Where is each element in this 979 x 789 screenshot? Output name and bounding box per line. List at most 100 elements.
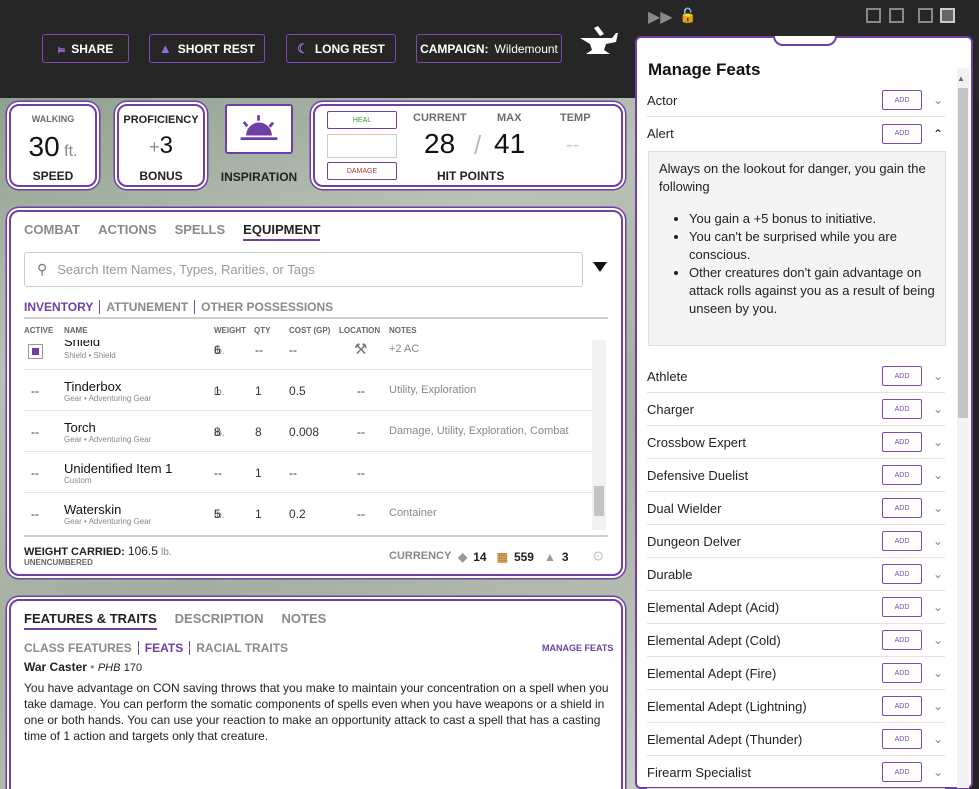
table-row[interactable]: -- Waterskin Gear • Adventuring Gear 5 l… bbox=[24, 493, 592, 533]
campaign-button[interactable]: CAMPAIGN: Wildemount bbox=[416, 34, 562, 63]
layout-split-icon[interactable] bbox=[889, 8, 904, 23]
chevron-down-icon[interactable]: ⌄ bbox=[931, 666, 945, 680]
chevron-down-icon[interactable]: ⌄ bbox=[931, 699, 945, 713]
share-label: SHARE bbox=[71, 41, 114, 56]
add-feat-button[interactable]: ADD bbox=[882, 123, 922, 144]
currency-list[interactable]: ◆ 14 ▦ 559 ▲ 3 bbox=[458, 550, 569, 564]
table-row[interactable]: Shield Shield • Shield 6 lb. -- -- ⚒ +2 … bbox=[24, 340, 592, 370]
feat-row[interactable]: Charger ADD ⌄ bbox=[647, 393, 945, 426]
item-name[interactable]: Waterskin bbox=[64, 502, 121, 517]
tab-actions[interactable]: ACTIONS bbox=[98, 222, 157, 241]
tab-features-traits[interactable]: FEATURES & TRAITS bbox=[24, 611, 157, 630]
add-feat-button[interactable]: ADD bbox=[882, 696, 922, 716]
scrollbar-thumb[interactable] bbox=[594, 486, 604, 516]
item-name[interactable]: Tinderbox bbox=[64, 379, 121, 394]
feat-row-alert[interactable]: Alert ADD ⌃ bbox=[647, 117, 945, 150]
chevron-down-icon[interactable]: ⌄ bbox=[931, 534, 945, 548]
tab-combat[interactable]: COMBAT bbox=[24, 222, 80, 241]
chevron-down-icon[interactable]: ⌄ bbox=[931, 501, 945, 515]
inspiration-toggle[interactable] bbox=[225, 104, 293, 154]
item-name[interactable]: Torch bbox=[64, 420, 96, 435]
tab-equipment[interactable]: EQUIPMENT bbox=[243, 222, 321, 241]
chevron-down-icon[interactable]: ⌄ bbox=[931, 435, 945, 449]
chevron-down-icon[interactable]: ⌄ bbox=[931, 567, 945, 581]
add-feat-button[interactable]: ADD bbox=[882, 366, 922, 386]
subtab-other-possessions[interactable]: OTHER POSSESSIONS bbox=[194, 300, 339, 314]
short-rest-button[interactable]: ▲ SHORT REST bbox=[149, 34, 265, 63]
add-feat-button[interactable]: ADD bbox=[882, 597, 922, 617]
add-feat-button[interactable]: ADD bbox=[882, 399, 922, 419]
long-rest-button[interactable]: ☾ LONG REST bbox=[286, 34, 396, 63]
feat-row[interactable]: Elemental Adept (Lightning) ADD ⌄ bbox=[647, 690, 945, 723]
feat-row[interactable]: Elemental Adept (Fire) ADD ⌄ bbox=[647, 657, 945, 690]
lock-icon[interactable]: 🔓 bbox=[679, 7, 696, 24]
chevron-down-icon[interactable]: ⌄ bbox=[931, 468, 945, 482]
chevron-down-icon[interactable]: ⌄ bbox=[931, 93, 945, 107]
layout-right-icon[interactable] bbox=[940, 8, 955, 23]
share-button[interactable]: ⫢ SHARE bbox=[42, 34, 129, 63]
scrollbar-thumb[interactable] bbox=[958, 88, 968, 418]
feat-row[interactable]: Dungeon Delver ADD ⌄ bbox=[647, 525, 945, 558]
add-feat-button[interactable]: ADD bbox=[882, 498, 922, 518]
equipped-location-icon[interactable]: ⚒ bbox=[354, 340, 367, 358]
inspiration-label: INSPIRATION bbox=[220, 170, 298, 184]
active-checkbox[interactable] bbox=[28, 344, 43, 359]
layout-left-icon[interactable] bbox=[866, 8, 881, 23]
add-feat-button[interactable]: ADD bbox=[882, 630, 922, 650]
manage-feats-link[interactable]: MANAGE FEATS bbox=[542, 643, 613, 653]
filter-icon[interactable] bbox=[593, 262, 607, 272]
item-search-field[interactable]: ⚲ Search Item Names, Types, Rarities, or… bbox=[24, 252, 583, 287]
subtab-racial-traits[interactable]: RACIAL TRAITS bbox=[189, 641, 294, 655]
subtab-feats[interactable]: FEATS bbox=[137, 641, 189, 655]
tab-notes[interactable]: NOTES bbox=[282, 611, 327, 630]
hp-amount-input[interactable] bbox=[327, 134, 397, 158]
temp-hp-value[interactable]: -- bbox=[566, 134, 579, 157]
feat-row[interactable]: Crossbow Expert ADD ⌄ bbox=[647, 426, 945, 459]
add-feat-button[interactable]: ADD bbox=[882, 564, 922, 584]
add-feat-button[interactable]: ADD bbox=[882, 432, 922, 452]
subtab-class-features[interactable]: CLASS FEATURES bbox=[24, 641, 138, 655]
feat-row[interactable]: Athlete ADD ⌄ bbox=[647, 360, 945, 393]
item-name[interactable]: Shield bbox=[64, 340, 100, 349]
chevron-down-icon[interactable]: ⌄ bbox=[931, 732, 945, 746]
feat-row[interactable]: Elemental Adept (Acid) ADD ⌄ bbox=[647, 591, 945, 624]
col-cost: COST (GP) bbox=[289, 326, 331, 335]
subtab-attunement[interactable]: ATTUNEMENT bbox=[99, 300, 194, 314]
table-row[interactable]: -- Torch Gear • Adventuring Gear 8 lb. 8… bbox=[24, 411, 592, 452]
scroll-up-icon[interactable]: ▲ bbox=[957, 74, 969, 83]
inventory-scrollbar[interactable] bbox=[592, 340, 606, 530]
collapse-icon[interactable]: ▶▶ bbox=[648, 7, 673, 27]
table-row[interactable]: -- Tinderbox Gear • Adventuring Gear 1 l… bbox=[24, 370, 592, 411]
feat-row[interactable]: Elemental Adept (Cold) ADD ⌄ bbox=[647, 624, 945, 657]
feat-row-actor[interactable]: Actor ADD ⌄ bbox=[647, 84, 945, 117]
layout-wide-icon[interactable] bbox=[918, 8, 933, 23]
feat-row[interactable]: Elemental Adept (Thunder) ADD ⌄ bbox=[647, 723, 945, 756]
panel-scrollbar[interactable]: ▲ bbox=[957, 68, 969, 788]
chevron-down-icon[interactable]: ⌄ bbox=[931, 369, 945, 383]
subtab-inventory[interactable]: INVENTORY bbox=[24, 300, 99, 314]
add-feat-button[interactable]: ADD bbox=[882, 762, 922, 782]
add-feat-button[interactable]: ADD bbox=[882, 90, 922, 110]
tab-spells[interactable]: SPELLS bbox=[175, 222, 226, 241]
add-feat-button[interactable]: ADD bbox=[882, 531, 922, 551]
inventory-list[interactable]: Shield Shield • Shield 6 lb. -- -- ⚒ +2 … bbox=[24, 340, 608, 533]
tab-description[interactable]: DESCRIPTION bbox=[175, 611, 264, 630]
chevron-down-icon[interactable]: ⌄ bbox=[931, 633, 945, 647]
item-name[interactable]: Unidentified Item 1 bbox=[64, 461, 172, 476]
feat-row[interactable]: Defensive Duelist ADD ⌄ bbox=[647, 459, 945, 492]
feat-row[interactable]: Firearm Specialist ADD ⌄ bbox=[647, 756, 945, 789]
feat-row[interactable]: Dual Wielder ADD ⌄ bbox=[647, 492, 945, 525]
add-feat-button[interactable]: ADD bbox=[882, 465, 922, 485]
gear-icon[interactable]: ⚙ bbox=[592, 548, 605, 565]
add-feat-button[interactable]: ADD bbox=[882, 729, 922, 749]
feat-row[interactable]: Durable ADD ⌄ bbox=[647, 558, 945, 591]
current-hp-value[interactable]: 28 bbox=[424, 128, 455, 160]
table-row[interactable]: -- Unidentified Item 1 Custom -- 1 -- -- bbox=[24, 452, 592, 493]
damage-button[interactable]: DAMAGE bbox=[327, 162, 397, 180]
chevron-down-icon[interactable]: ⌄ bbox=[931, 402, 945, 416]
add-feat-button[interactable]: ADD bbox=[882, 663, 922, 683]
chevron-down-icon[interactable]: ⌄ bbox=[931, 600, 945, 614]
chevron-down-icon[interactable]: ⌄ bbox=[931, 765, 945, 779]
heal-button[interactable]: HEAL bbox=[327, 111, 397, 129]
chevron-up-icon[interactable]: ⌃ bbox=[931, 127, 945, 141]
